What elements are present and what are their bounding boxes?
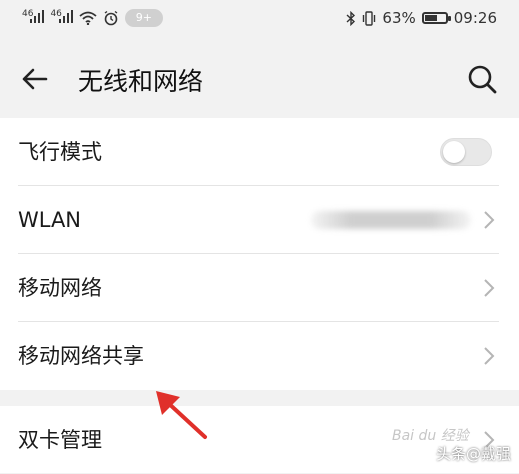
alarm-icon — [104, 10, 118, 26]
status-right: 63% 09:26 — [346, 9, 497, 27]
settings-item-mobile-network[interactable]: 移动网络 — [0, 254, 519, 322]
settings-item-label: WLAN — [18, 208, 82, 232]
section-gap — [0, 390, 519, 406]
settings-list: 飞行模式 WLAN 移动网络 移动网络共享 — [0, 118, 519, 390]
chevron-right-icon — [484, 279, 495, 297]
signal-icon — [30, 10, 45, 23]
wlan-network-name-blurred — [311, 211, 471, 229]
red-pointer-arrow — [156, 391, 207, 439]
app-bar: 无线和网络 — [0, 40, 519, 116]
signal-icon — [58, 10, 73, 23]
airplane-mode-toggle[interactable] — [440, 138, 492, 166]
search-icon[interactable] — [465, 62, 499, 96]
battery-fill — [424, 15, 438, 21]
wifi-icon — [79, 11, 97, 25]
settings-item-airplane-mode[interactable]: 飞行模式 — [0, 118, 519, 186]
battery-percentage: 63% — [382, 9, 416, 27]
signal-strength-1: 46 — [22, 9, 45, 27]
author-watermark: 头条@戴强 — [435, 445, 511, 463]
notification-badge: 9+ — [124, 9, 163, 27]
settings-item-label: 移动网络 — [18, 276, 102, 300]
clock: 09:26 — [453, 9, 497, 27]
signal-strength-2: 46 — [50, 9, 73, 27]
bluetooth-icon — [346, 10, 356, 26]
settings-item-wlan[interactable]: WLAN — [0, 186, 519, 254]
status-bar: 46 46 9+ 63% 09:26 — [0, 0, 519, 40]
settings-item-tethering[interactable]: 移动网络共享 — [0, 322, 519, 390]
page-title: 无线和网络 — [78, 67, 204, 96]
settings-item-label: 移动网络共享 — [18, 344, 144, 368]
settings-item-label: 双卡管理 — [18, 428, 102, 452]
chevron-right-icon — [484, 347, 495, 365]
toggle-knob — [443, 141, 465, 163]
battery-icon — [421, 12, 451, 24]
back-arrow-icon[interactable] — [18, 62, 52, 96]
chevron-right-icon — [484, 211, 495, 229]
vibrate-icon — [363, 10, 376, 26]
settings-item-label: 飞行模式 — [18, 140, 102, 164]
baidu-watermark: Bai du 经验 — [392, 428, 469, 444]
status-left: 46 46 9+ — [22, 9, 163, 27]
